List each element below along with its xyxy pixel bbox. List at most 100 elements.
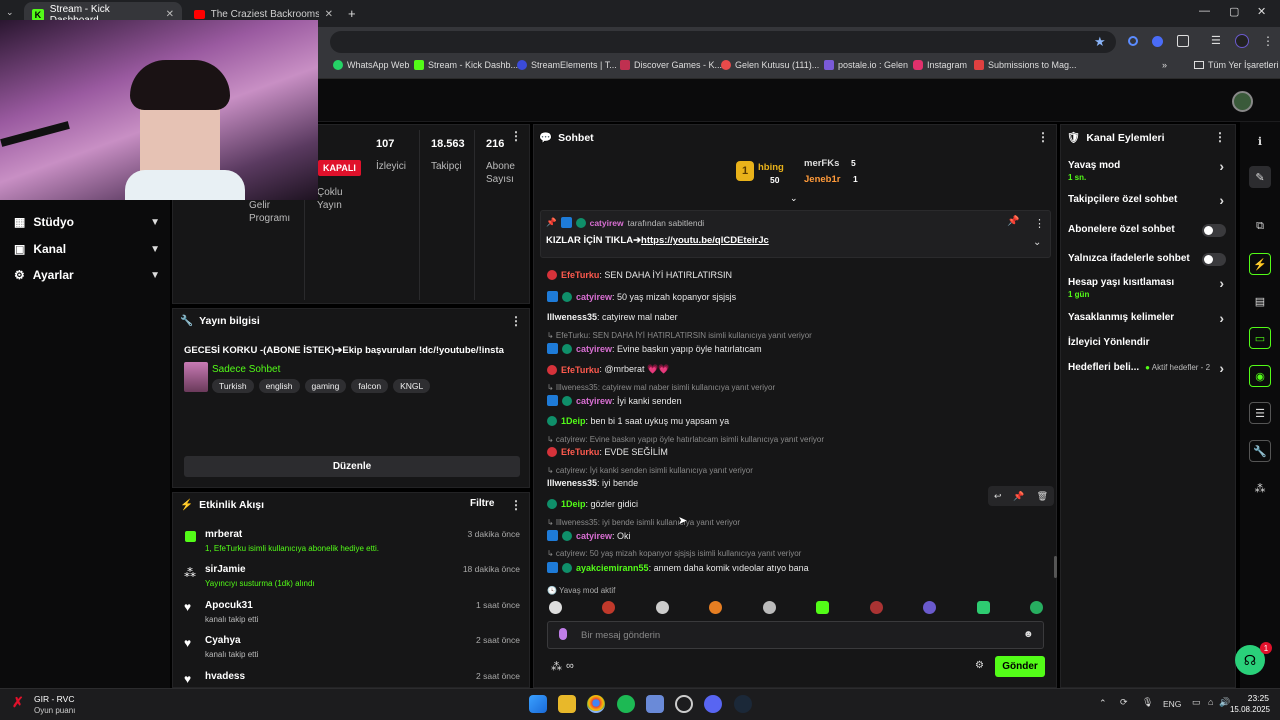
chevron-down-icon[interactable]: ⌄ [1033, 237, 1041, 248]
channel-action-item[interactable]: İzleyici Yönlendir [1068, 337, 1228, 348]
camera-icon[interactable]: ⧉ [1249, 215, 1271, 237]
emote-icon[interactable] [602, 601, 616, 614]
chat-message[interactable]: ayakciemirann55: annem daha komik vıdeol… [547, 562, 809, 573]
bookmark-postale[interactable]: postale.io : Gelen [824, 60, 908, 70]
wrench-icon[interactable]: 🔧 [1249, 440, 1271, 462]
bookmark-streamelements[interactable]: StreamElements | T... [517, 60, 617, 70]
bookmark-star-icon[interactable]: ★ [1094, 34, 1106, 50]
extension-icon[interactable] [1128, 36, 1138, 46]
bookmark-submissions[interactable]: Submissions to Mag... [974, 60, 1077, 70]
send-button[interactable]: Gönder [995, 656, 1045, 677]
emote-icon[interactable] [869, 601, 883, 614]
bookmark-inbox[interactable]: Gelen Kutusu (111)... [721, 60, 819, 70]
chat-username[interactable]: Illweness35 [547, 312, 597, 322]
chat-username[interactable]: EfeTurku [561, 447, 599, 457]
chat-message[interactable]: Illweness35: iyi bende [547, 478, 638, 488]
file-explorer-icon[interactable] [558, 695, 576, 713]
document-icon[interactable]: ▤ [1249, 290, 1271, 312]
channel-action-item[interactable]: Takipçilere özel sohbet › [1068, 192, 1228, 208]
layers-icon[interactable]: ☰ [1249, 402, 1271, 424]
chat-username[interactable]: EfeTurku [561, 365, 599, 375]
bolt-icon[interactable]: ⚡ [1249, 253, 1271, 275]
chat-username[interactable]: catyirew [576, 396, 612, 406]
gear-icon[interactable]: ⚙ [975, 660, 984, 671]
filter-button[interactable]: Filtre [470, 498, 494, 509]
user-avatar[interactable] [1232, 91, 1253, 112]
chat-username[interactable]: 1Deip [561, 416, 586, 426]
bookmarks-overflow-icon[interactable]: » [1162, 60, 1167, 70]
microphone-icon[interactable] [559, 628, 567, 640]
toggle-switch[interactable] [1202, 253, 1226, 266]
bookmark-whatsapp[interactable]: WhatsApp Web [333, 60, 409, 70]
emote-icon[interactable] [549, 601, 562, 614]
chat-message[interactable]: EfeTurku: SEN DAHA İYİ HATIRLATIRSIN [547, 270, 732, 280]
bookmark-instagram[interactable]: Instagram [913, 60, 967, 70]
language-indicator[interactable]: ENG [1163, 699, 1181, 709]
emote-icon[interactable] [762, 601, 776, 614]
more-options-icon[interactable]: ⋮ [1034, 217, 1045, 230]
info-icon[interactable]: ℹ [1249, 130, 1271, 152]
tab-search-icon[interactable]: ☰ [1211, 34, 1221, 47]
delete-icon[interactable]: 🗑 [1037, 491, 1048, 502]
edit-button[interactable]: Düzenle [184, 456, 520, 477]
network-icon[interactable]: ⌂ [1208, 697, 1213, 707]
extensions-puzzle-icon[interactable] [1177, 35, 1189, 47]
broadcast-icon[interactable]: ◉ [1249, 365, 1271, 387]
clock-time[interactable]: 23:25 [1237, 693, 1269, 703]
display-icon[interactable]: ▭ [1192, 697, 1201, 708]
address-bar[interactable] [330, 31, 1116, 53]
new-tab-icon[interactable]: + [348, 6, 356, 21]
chat-username[interactable]: Illweness35 [547, 478, 597, 488]
expand-leaderboard-icon[interactable]: ⌄ [790, 193, 798, 204]
chat-username[interactable]: EfeTurku [561, 270, 599, 280]
channel-action-item[interactable]: Yasaklanmış kelimeler › [1068, 310, 1228, 326]
emote-icon[interactable] [976, 601, 990, 614]
chat-username[interactable]: ayakciemirann55 [576, 563, 649, 573]
emote-icon[interactable] [923, 601, 937, 614]
emote-icon[interactable] [655, 601, 669, 614]
chat-message[interactable]: catyirew: İyi kanki senden [547, 395, 682, 406]
all-bookmarks[interactable]: Tüm Yer İşaretleri [1194, 60, 1279, 70]
chat-username[interactable]: catyirew [576, 292, 612, 302]
chat-message[interactable]: 1Deip: ben bi 1 saat uykuş mu yapsam ya [547, 416, 729, 426]
clock-date[interactable]: 15.08.2025 [1226, 705, 1270, 714]
window-close-icon[interactable]: ✕ [1257, 5, 1266, 18]
emote-icon[interactable] [1029, 601, 1043, 614]
pin-icon[interactable]: 📌 [1013, 491, 1024, 502]
chat-username[interactable]: catyirew [576, 531, 612, 541]
chat-message[interactable]: 1Deip: gözler gidici [547, 499, 638, 509]
maximize-icon[interactable]: ▢ [1229, 5, 1239, 18]
chat-bubble-icon[interactable]: ▭ [1249, 327, 1271, 349]
bookmark-discover-games[interactable]: Discover Games - K... [620, 60, 722, 70]
category-name[interactable]: Sadece Sohbet [212, 364, 280, 375]
chat-scrollbar[interactable] [1054, 556, 1057, 578]
chat-message[interactable]: catyirew: Oki [547, 530, 631, 541]
reply-icon[interactable]: ↩ [994, 491, 1002, 502]
profile-avatar[interactable] [1235, 34, 1249, 48]
extension-icon[interactable] [1152, 36, 1163, 47]
toggle-switch[interactable] [1202, 224, 1226, 237]
pinned-link[interactable]: https://youtu.be/qlCDEteirJc [641, 235, 769, 246]
emoji-icon[interactable]: ☻ [1023, 629, 1034, 640]
channel-action-item[interactable]: Yavaş mod 1 sn. › [1068, 158, 1228, 182]
infinity-icon[interactable]: ∞ [566, 660, 574, 672]
channel-action-item[interactable]: Yalnızca ifadelerle sohbet [1068, 253, 1228, 266]
sidebar-item-channel[interactable]: ▣ Kanal ▼ [14, 242, 160, 256]
chat-message[interactable]: EfeTurku: @mrberat 💗💗 [547, 364, 669, 375]
bookmark-kick[interactable]: Stream - Kick Dashb... [414, 60, 518, 70]
pencil-icon[interactable]: ✎ [1249, 166, 1271, 188]
microphone-icon[interactable]: 🎙 [1142, 697, 1153, 708]
chat-input-placeholder[interactable]: Bir mesaj gönderin [581, 630, 660, 641]
sidebar-item-settings[interactable]: ⚙ Ayarlar ▼ [14, 268, 160, 282]
spotify-icon[interactable] [617, 695, 635, 713]
close-tab-icon[interactable]: ✕ [325, 9, 333, 20]
chat-message[interactable]: catyirew: 50 yaş mizah kopanyor sjsjsjs [547, 291, 736, 302]
chrome-menu-icon[interactable]: ⋮ [1262, 34, 1274, 48]
discord-icon[interactable] [704, 695, 722, 713]
app-icon[interactable] [646, 695, 664, 713]
windows-start-icon[interactable] [529, 695, 547, 713]
minimize-icon[interactable]: — [1199, 5, 1210, 17]
tab-list-chevron-icon[interactable]: ⌄ [6, 7, 14, 18]
kick-coin-icon[interactable]: ⁂ [1249, 477, 1271, 499]
obs-icon[interactable] [675, 695, 693, 713]
